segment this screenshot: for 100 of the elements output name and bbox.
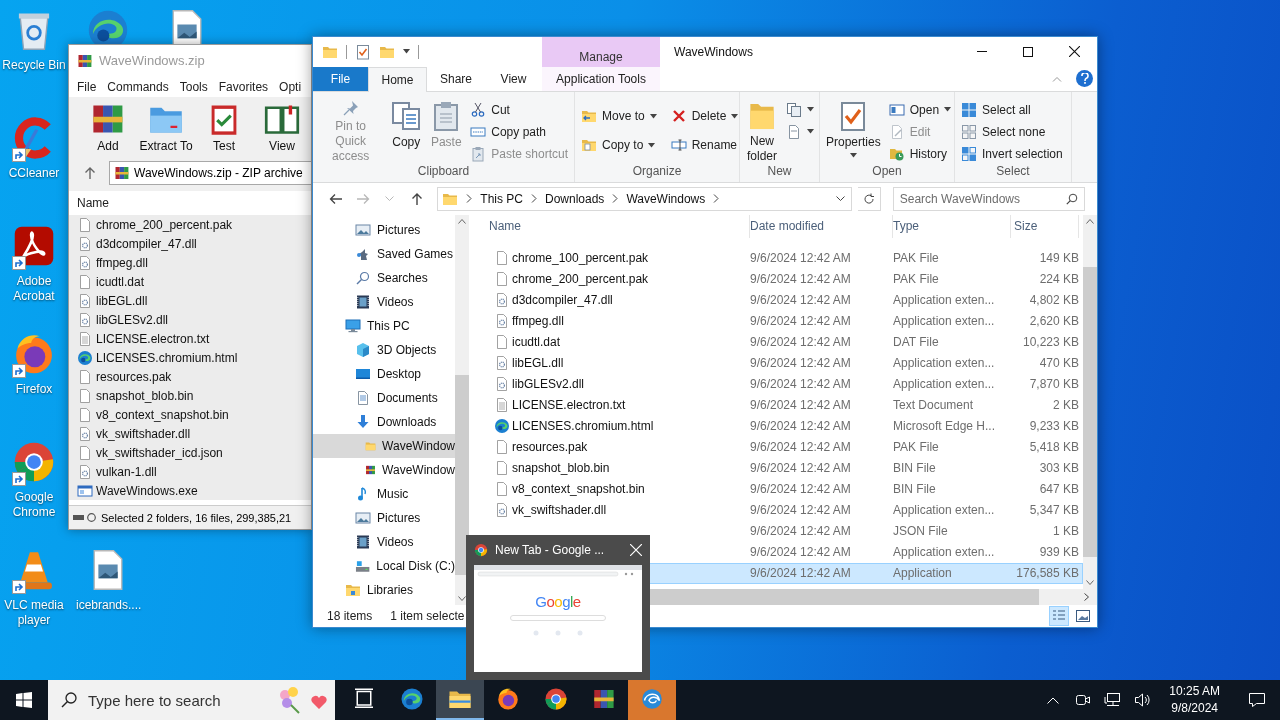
ribbon-button[interactable]: New folder bbox=[744, 95, 780, 164]
file-row[interactable]: LICENSES.chromium.html bbox=[69, 348, 311, 367]
ribbon-button[interactable]: Copy path bbox=[468, 120, 570, 143]
scroll-bar[interactable] bbox=[455, 214, 469, 606]
column-header[interactable]: Date modified bbox=[750, 214, 893, 238]
clock[interactable]: 10:25 AM 9/8/2024 bbox=[1161, 683, 1228, 717]
nav-item[interactable]: Downloads bbox=[313, 409, 455, 434]
nav-item[interactable]: Saved Games bbox=[313, 241, 455, 266]
window-preview-tooltip[interactable]: New Tab - Google ... Google bbox=[466, 535, 650, 680]
file-row[interactable]: vk_swiftshader.dll bbox=[69, 424, 311, 443]
ribbon-button[interactable]: Select all bbox=[959, 98, 1065, 121]
ribbon-tab[interactable]: Home bbox=[368, 66, 427, 92]
nav-item[interactable]: Documents bbox=[313, 385, 455, 410]
column-header[interactable]: Size bbox=[1011, 214, 1079, 238]
taskbar-button[interactable] bbox=[436, 680, 484, 720]
nav-item[interactable]: Desktop bbox=[313, 361, 455, 386]
breadcrumb[interactable]: Downloads bbox=[545, 191, 605, 206]
ribbon-button[interactable]: Open bbox=[886, 98, 954, 121]
file-row[interactable]: libEGL.dll 9/6/2024 12:42 AM Application exten... 470 KB bbox=[469, 352, 1083, 374]
ribbon-button[interactable]: History bbox=[886, 142, 954, 164]
breadcrumb[interactable]: This PC bbox=[480, 191, 523, 206]
ribbon-tab[interactable]: File bbox=[313, 66, 368, 91]
path-field[interactable]: WaveWindows.zip - ZIP archive bbox=[109, 160, 311, 185]
file-row[interactable]: resources.pak bbox=[69, 367, 311, 386]
file-row[interactable]: resources.pak 9/6/2024 12:42 AM PAK File 5,418 KB bbox=[469, 436, 1083, 458]
chevron-up-icon bbox=[1047, 696, 1060, 704]
shortcut-arrow-icon bbox=[12, 256, 26, 270]
file-row[interactable]: chrome_200_percent.pak 9/6/2024 12:42 AM PAK File 224 KB bbox=[469, 268, 1083, 290]
file-row[interactable]: WaveWindows.exe bbox=[69, 481, 311, 500]
file-row[interactable]: libGLESv2.dll bbox=[69, 310, 311, 329]
file-row[interactable]: vk_swiftshader_icd.json bbox=[69, 443, 311, 462]
file-row[interactable]: LICENSES.chromium.html 9/6/2024 12:42 AM Microsoft Edge H... 9,233 KB bbox=[469, 415, 1083, 437]
address-bar[interactable]: This PC Downloads WaveWindows bbox=[437, 186, 852, 211]
toolbar-button[interactable]: View bbox=[253, 101, 311, 153]
ribbon-button[interactable]: Copy bbox=[388, 95, 425, 164]
nav-item[interactable]: Videos bbox=[313, 529, 455, 554]
ribbon-button[interactable]: Copy to bbox=[579, 130, 659, 160]
ribbon-button[interactable]: Properties bbox=[824, 95, 883, 164]
nav-item[interactable]: WaveWindow bbox=[313, 433, 455, 458]
toolbar-button[interactable]: Add bbox=[79, 101, 137, 153]
size-cell-text: 303 KB bbox=[1038, 461, 1079, 476]
status-text: Selected 2 folders, 16 files, 299,385,21 bbox=[101, 511, 292, 524]
nav-item[interactable]: Local Disk (C:) bbox=[313, 553, 455, 578]
nav-item[interactable]: Searches bbox=[313, 265, 455, 290]
refresh-button[interactable] bbox=[857, 186, 881, 211]
file-row[interactable]: vk_swiftshader.dll 9/6/2024 12:42 AM Application exten... 5,347 KB bbox=[469, 499, 1083, 521]
chevron-down-icon[interactable] bbox=[835, 195, 845, 202]
file-row[interactable]: ffmpeg.dll 9/6/2024 12:42 AM Application exten... 2,620 KB bbox=[469, 310, 1083, 332]
ribbon-button[interactable]: Delete bbox=[668, 101, 739, 131]
close-icon[interactable] bbox=[630, 544, 642, 556]
file-row[interactable]: d3dcompiler_47.dll 9/6/2024 12:42 AM Application exten... 4,802 KB bbox=[469, 289, 1083, 311]
file-row[interactable]: chrome_100_percent.pak 9/6/2024 12:42 AM PAK File 149 KB bbox=[469, 247, 1083, 269]
menu-item[interactable]: Tools bbox=[179, 79, 208, 94]
ribbon-button[interactable]: Invert selection bbox=[959, 142, 1065, 164]
nav-item[interactable]: Music bbox=[313, 481, 455, 506]
taskbar-search-field[interactable]: Type here to search bbox=[48, 680, 335, 720]
nav-item[interactable]: Videos bbox=[313, 289, 455, 314]
chrome-icon bbox=[544, 687, 568, 711]
help-icon[interactable] bbox=[1076, 70, 1093, 88]
ribbon-button[interactable]: Rename bbox=[668, 130, 739, 160]
file-row[interactable]: chrome_200_percent.pak bbox=[69, 215, 311, 234]
nav-item[interactable]: Pictures bbox=[313, 505, 455, 530]
file-row[interactable]: d3dcompiler_47.dll bbox=[69, 234, 311, 253]
file-row[interactable]: snapshot_blob.bin 9/6/2024 12:42 AM BIN File 303 KB bbox=[469, 457, 1083, 479]
menu-item[interactable]: Favorites bbox=[218, 79, 269, 94]
toolbar-button[interactable]: Extract To bbox=[137, 101, 195, 153]
ribbon-button[interactable]: Cut bbox=[468, 98, 570, 121]
column-header[interactable]: Name bbox=[69, 191, 311, 215]
books-stack-icon bbox=[592, 687, 616, 711]
file-row[interactable]: libGLESv2.dll 9/6/2024 12:42 AM Application exten... 7,870 KB bbox=[469, 373, 1083, 395]
file-row[interactable]: ffmpeg.dll bbox=[69, 253, 311, 272]
file-row[interactable]: icudtl.dat 9/6/2024 12:42 AM DAT File 10,223 KB bbox=[469, 331, 1083, 353]
type-cell-text: Application exten... bbox=[893, 545, 996, 560]
column-header[interactable]: Name bbox=[469, 214, 750, 238]
menu-item[interactable]: Opti bbox=[279, 79, 302, 94]
column-header[interactable]: Type bbox=[893, 214, 1011, 238]
file-row[interactable]: v8_context_snapshot.bin 9/6/2024 12:42 AM BIN File 647 KB bbox=[469, 478, 1083, 500]
toolbar-button[interactable]: Test bbox=[195, 101, 253, 153]
gear-document-icon bbox=[494, 313, 510, 330]
nav-item[interactable]: This PC bbox=[313, 313, 455, 338]
file-row[interactable]: LICENSE.electron.txt 9/6/2024 12:42 AM Text Document 2 KB bbox=[469, 394, 1083, 416]
menu-item[interactable]: Commands bbox=[107, 79, 169, 94]
file-row[interactable]: vulkan-1.dll bbox=[69, 462, 311, 481]
ribbon-button[interactable]: Select none bbox=[959, 120, 1065, 143]
nav-item[interactable]: Pictures bbox=[313, 217, 455, 242]
file-row[interactable]: LICENSE.electron.txt bbox=[69, 329, 311, 348]
file-row[interactable]: icudtl.dat bbox=[69, 272, 311, 291]
breadcrumb[interactable]: WaveWindows bbox=[626, 191, 706, 206]
search-field[interactable]: Search WaveWindows bbox=[892, 186, 1085, 211]
file-row[interactable]: libEGL.dll bbox=[69, 291, 311, 310]
nav-item[interactable]: 3D Objects bbox=[313, 337, 455, 362]
scroll-bar[interactable] bbox=[1083, 214, 1097, 590]
file-row[interactable]: v8_context_snapshot.bin bbox=[69, 405, 311, 424]
nav-item[interactable]: WaveWindow bbox=[313, 457, 455, 482]
file-row[interactable]: snapshot_blob.bin bbox=[69, 386, 311, 405]
ribbon-tab[interactable]: Application Tools bbox=[542, 66, 660, 91]
nav-item[interactable]: Libraries bbox=[313, 577, 455, 602]
network-icon bbox=[1104, 692, 1123, 708]
menu-item[interactable]: File bbox=[77, 79, 97, 94]
ribbon-button[interactable]: Move to bbox=[579, 101, 659, 131]
